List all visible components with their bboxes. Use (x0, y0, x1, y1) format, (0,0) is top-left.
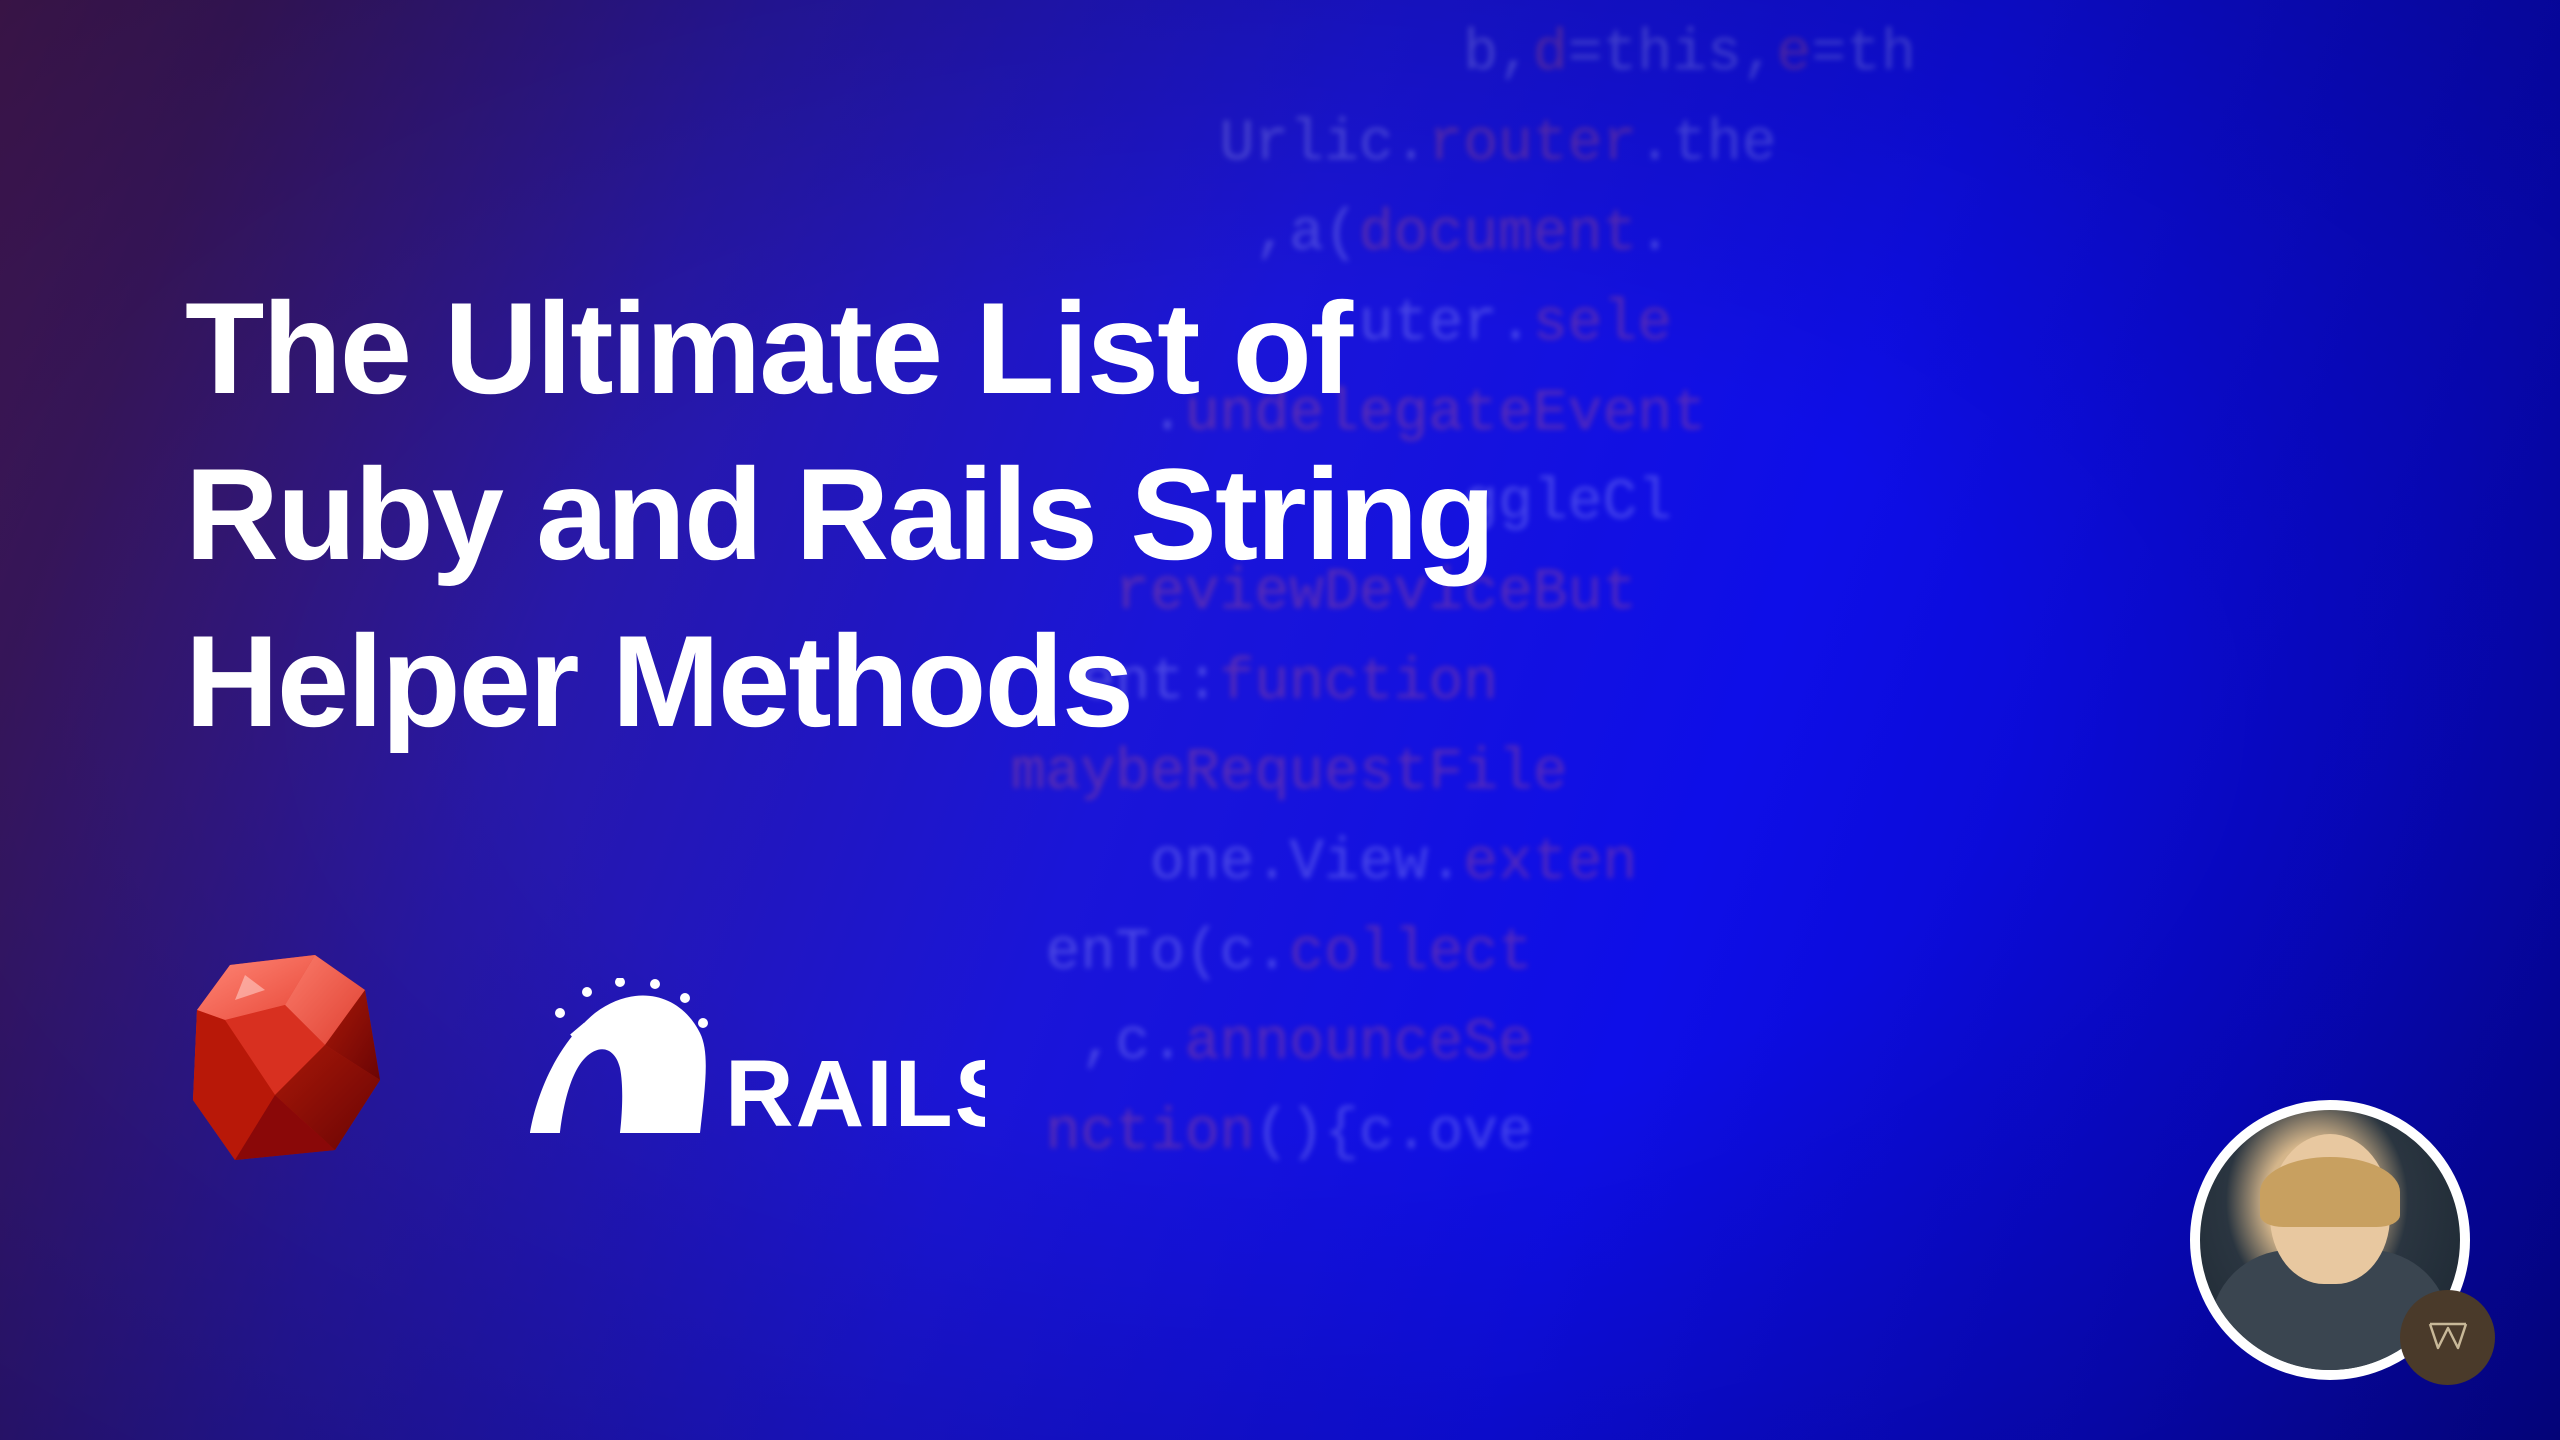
title-line-1: The Ultimate List of (185, 275, 1351, 421)
author-avatar-container (2190, 1100, 2470, 1380)
avatar-hair (2260, 1157, 2400, 1227)
title-line-3: Helper Methods (185, 608, 1132, 754)
author-badge-icon (2400, 1290, 2495, 1385)
ruby-logo-icon (185, 950, 385, 1165)
page-title: The Ultimate List of Ruby and Rails Stri… (185, 265, 1494, 764)
main-content: The Ultimate List of Ruby and Rails Stri… (185, 265, 1494, 764)
svg-text:RAILS: RAILS (725, 1041, 985, 1138)
logos-row: RAILS (185, 950, 985, 1165)
rails-logo-icon: RAILS (525, 978, 985, 1138)
title-line-2: Ruby and Rails String (185, 441, 1494, 587)
